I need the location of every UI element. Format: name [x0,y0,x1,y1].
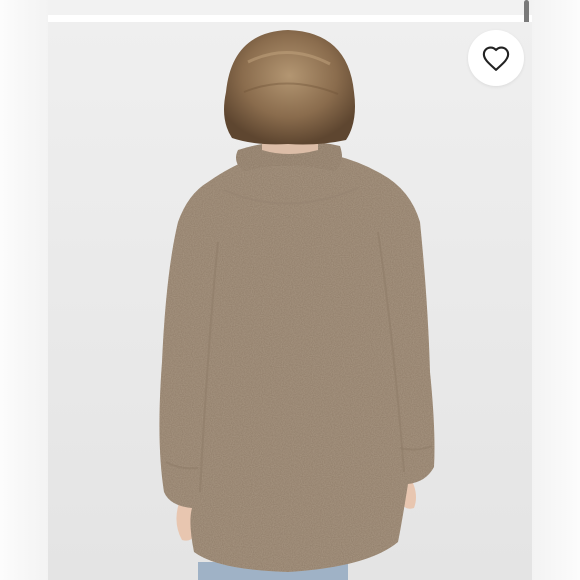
like-button[interactable] [468,30,524,86]
heart-outline-icon [482,46,510,71]
product-photo[interactable] [48,22,532,580]
page-margin-right [532,0,580,580]
previous-photo-card-edge[interactable] [48,0,532,15]
page-margin-left [0,0,48,580]
product-photo-image [48,22,532,580]
